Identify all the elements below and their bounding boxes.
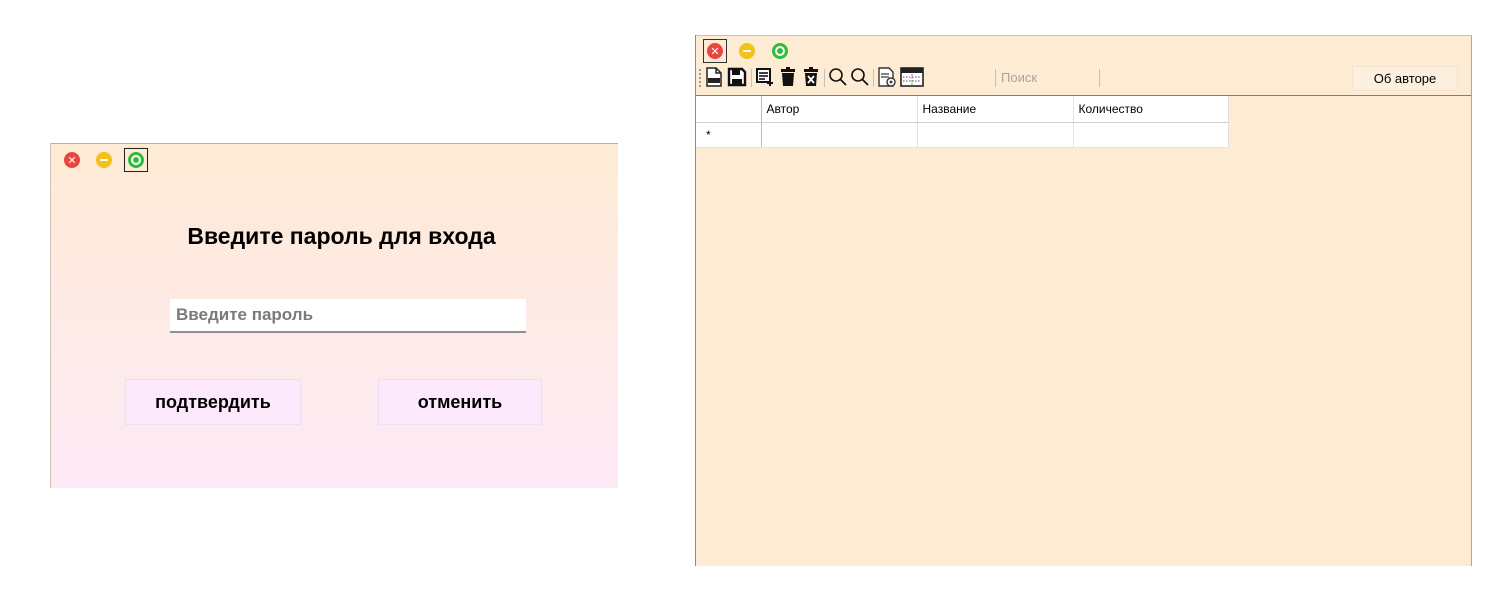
toolbar: Поиск Об авторе	[696, 65, 1471, 91]
login-title: Введите пароль для входа	[187, 223, 496, 249]
data-table: Автор Название Количество *	[696, 96, 1229, 148]
new-row-marker[interactable]: *	[696, 122, 762, 148]
close-icon: ✕	[710, 44, 720, 58]
new-row: *	[696, 122, 1229, 148]
new-file-icon	[706, 67, 722, 87]
cancel-button[interactable]: отменить	[378, 379, 542, 425]
maximize-icon	[131, 155, 141, 165]
close-button[interactable]: ✕	[707, 43, 723, 59]
delete-icon	[781, 67, 795, 86]
toolbar-separator	[824, 69, 825, 87]
cell-author[interactable]	[761, 122, 918, 148]
password-input[interactable]	[170, 299, 526, 333]
login-window: ✕ Введите пароль для входа подтвердить о…	[50, 143, 618, 488]
close-icon: ✕	[67, 153, 77, 167]
layout-button[interactable]	[900, 67, 924, 87]
table-header-row: Автор Название Количество	[696, 96, 1229, 123]
cell-quantity[interactable]	[1073, 122, 1229, 148]
delete-button[interactable]	[778, 67, 798, 87]
window-top-border	[51, 143, 618, 144]
about-author-button[interactable]: Об авторе	[1352, 66, 1458, 91]
report-button[interactable]	[877, 67, 897, 87]
maximize-button[interactable]	[772, 43, 788, 59]
add-row-icon	[756, 68, 773, 86]
search-next-button[interactable]	[850, 67, 870, 87]
column-header-quantity[interactable]: Количество	[1073, 96, 1229, 123]
column-header-title[interactable]: Название	[917, 96, 1074, 123]
toolbar-separator	[1099, 69, 1100, 87]
report-icon	[878, 67, 896, 87]
main-window: ✕ Поиск Об авторе Автор Название Количес…	[695, 35, 1472, 566]
column-header-author[interactable]: Автор	[761, 96, 918, 123]
cell-title[interactable]	[917, 122, 1074, 148]
search-alt-icon	[851, 68, 869, 86]
clear-button[interactable]	[801, 67, 821, 87]
toolbar-grip[interactable]	[699, 69, 701, 87]
confirm-button[interactable]: подтвердить	[125, 379, 301, 425]
layout-icon	[900, 67, 924, 87]
search-label[interactable]: Поиск	[1001, 70, 1037, 85]
minimize-icon	[100, 159, 108, 161]
data-grid[interactable]: Автор Название Количество *	[696, 95, 1471, 567]
toolbar-separator	[873, 69, 874, 87]
toolbar-separator	[751, 69, 752, 87]
search-button[interactable]	[828, 67, 848, 87]
maximize-button[interactable]	[128, 152, 144, 168]
window-top-border	[696, 35, 1471, 36]
close-button[interactable]: ✕	[64, 152, 80, 168]
maximize-icon	[775, 46, 785, 56]
search-icon	[829, 68, 847, 86]
minimize-icon	[743, 50, 751, 52]
toolbar-separator	[995, 69, 996, 87]
row-header-corner[interactable]	[696, 96, 762, 123]
add-row-button[interactable]	[755, 67, 775, 87]
new-file-button[interactable]	[704, 67, 724, 87]
save-icon	[727, 67, 747, 87]
clear-icon	[804, 67, 818, 86]
save-button[interactable]	[727, 67, 747, 87]
minimize-button[interactable]	[739, 43, 755, 59]
minimize-button[interactable]	[96, 152, 112, 168]
